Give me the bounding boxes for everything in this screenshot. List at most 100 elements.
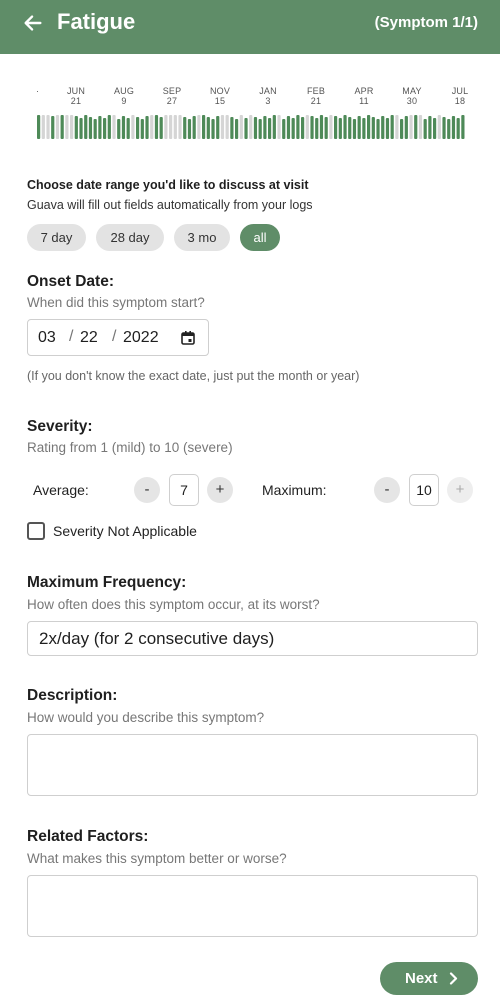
range-chip-3-mo[interactable]: 3 mo (174, 224, 230, 251)
timeline-day-bar[interactable] (197, 115, 201, 139)
timeline-day-bar[interactable] (211, 119, 215, 139)
timeline-day-bar[interactable] (183, 117, 187, 139)
timeline-day-bar[interactable] (70, 115, 74, 139)
timeline-day-bar[interactable] (74, 116, 78, 139)
timeline-day-bar[interactable] (381, 116, 385, 139)
timeline-day-bar[interactable] (88, 117, 93, 139)
timeline-day-bar[interactable] (352, 119, 357, 139)
timeline-day-bar[interactable] (140, 119, 144, 139)
timeline-day-bar[interactable] (249, 115, 253, 139)
maximum-decrement-button[interactable]: - (374, 477, 400, 503)
timeline-day-bar[interactable] (37, 115, 41, 139)
timeline-day-bar[interactable] (103, 118, 107, 139)
timeline-day-bar[interactable] (60, 115, 64, 139)
timeline-day-bar[interactable] (433, 118, 437, 139)
timeline-day-bar[interactable] (150, 115, 154, 139)
timeline-day-bar[interactable] (305, 115, 309, 139)
timeline-day-bar[interactable] (235, 119, 239, 139)
timeline-day-bar[interactable] (202, 115, 206, 139)
timeline-day-bar[interactable] (367, 115, 371, 139)
timeline-day-bar[interactable] (428, 116, 432, 139)
timeline-day-bar[interactable] (41, 115, 45, 139)
timeline-day-bar[interactable] (263, 116, 267, 139)
timeline-day-bar[interactable] (409, 115, 413, 139)
timeline-day-bar[interactable] (338, 118, 342, 139)
timeline-day-bar[interactable] (277, 115, 281, 139)
average-increment-button[interactable]: + (207, 477, 233, 503)
timeline-day-bar[interactable] (173, 115, 177, 139)
timeline-day-bar[interactable] (230, 117, 234, 139)
timeline-day-bar[interactable] (79, 118, 83, 139)
timeline-day-bar[interactable] (461, 115, 465, 139)
onset-month[interactable]: 03 (38, 329, 56, 347)
onset-day[interactable]: 22 (80, 329, 98, 347)
timeline-day-bar[interactable] (107, 115, 111, 139)
timeline-day-bar[interactable] (324, 117, 328, 139)
timeline-day-bar[interactable] (121, 116, 126, 139)
timeline-day-bar[interactable] (84, 115, 88, 139)
timeline-day-bar[interactable] (192, 116, 196, 139)
severity-not-applicable-label[interactable]: Severity Not Applicable (53, 523, 197, 539)
symptom-log-timeline[interactable] (0, 114, 500, 140)
timeline-day-bar[interactable] (319, 115, 324, 139)
average-decrement-button[interactable]: - (134, 477, 160, 503)
timeline-day-bar[interactable] (437, 115, 441, 139)
timeline-day-bar[interactable] (216, 116, 220, 139)
related-factors-textarea[interactable] (27, 875, 478, 937)
timeline-day-bar[interactable] (442, 117, 446, 139)
timeline-day-bar[interactable] (286, 116, 291, 139)
timeline-day-bar[interactable] (456, 118, 460, 139)
timeline-day-bar[interactable] (131, 115, 135, 139)
timeline-day-bar[interactable] (55, 115, 60, 139)
timeline-day-bar[interactable] (414, 115, 418, 139)
timeline-day-bar[interactable] (117, 119, 121, 139)
timeline-day-bar[interactable] (98, 116, 102, 139)
timeline-day-bar[interactable] (164, 115, 168, 139)
timeline-day-bar[interactable] (395, 115, 399, 139)
timeline-day-bar[interactable] (385, 118, 390, 139)
range-chip-7-day[interactable]: 7 day (27, 224, 86, 251)
timeline-day-bar[interactable] (291, 118, 295, 139)
timeline-day-bar[interactable] (258, 119, 262, 139)
timeline-day-bar[interactable] (400, 119, 404, 139)
timeline-day-bar[interactable] (296, 115, 300, 139)
timeline-day-bar[interactable] (244, 118, 248, 139)
timeline-day-bar[interactable] (253, 117, 258, 139)
timeline-day-bar[interactable] (169, 115, 173, 139)
back-arrow-icon[interactable] (22, 12, 44, 34)
timeline-day-bar[interactable] (423, 119, 427, 139)
timeline-day-bar[interactable] (357, 116, 361, 139)
timeline-day-bar[interactable] (329, 115, 333, 139)
next-button[interactable]: Next (380, 962, 478, 995)
timeline-day-bar[interactable] (272, 115, 276, 139)
timeline-day-bar[interactable] (112, 115, 116, 139)
timeline-day-bar[interactable] (46, 115, 50, 139)
timeline-day-bar[interactable] (343, 115, 347, 139)
range-chip-28-day[interactable]: 28 day (96, 224, 164, 251)
timeline-day-bar[interactable] (159, 117, 163, 139)
timeline-day-bar[interactable] (225, 115, 229, 139)
timeline-day-bar[interactable] (239, 115, 243, 139)
timeline-day-bar[interactable] (136, 117, 140, 139)
timeline-day-bar[interactable] (154, 115, 159, 139)
timeline-day-bar[interactable] (282, 119, 286, 139)
onset-date-field[interactable]: 03 / 22 / 2022 (27, 319, 209, 356)
average-value[interactable]: 7 (169, 474, 199, 506)
timeline-day-bar[interactable] (348, 117, 352, 139)
timeline-day-bar[interactable] (301, 117, 305, 139)
maximum-increment-button[interactable]: + (447, 477, 473, 503)
timeline-day-bar[interactable] (51, 116, 55, 139)
timeline-day-bar[interactable] (65, 115, 69, 139)
timeline-day-bar[interactable] (206, 117, 210, 139)
timeline-day-bar[interactable] (178, 115, 182, 139)
timeline-day-bar[interactable] (145, 116, 149, 139)
timeline-day-bar[interactable] (418, 115, 423, 139)
onset-year[interactable]: 2022 (123, 329, 159, 347)
timeline-day-bar[interactable] (93, 119, 97, 139)
timeline-day-bar[interactable] (362, 118, 366, 139)
frequency-input[interactable]: 2x/day (for 2 consecutive days) (27, 621, 478, 656)
maximum-value[interactable]: 10 (409, 474, 439, 506)
timeline-day-bar[interactable] (268, 118, 272, 139)
timeline-day-bar[interactable] (371, 117, 375, 139)
severity-not-applicable-checkbox[interactable] (27, 522, 45, 540)
